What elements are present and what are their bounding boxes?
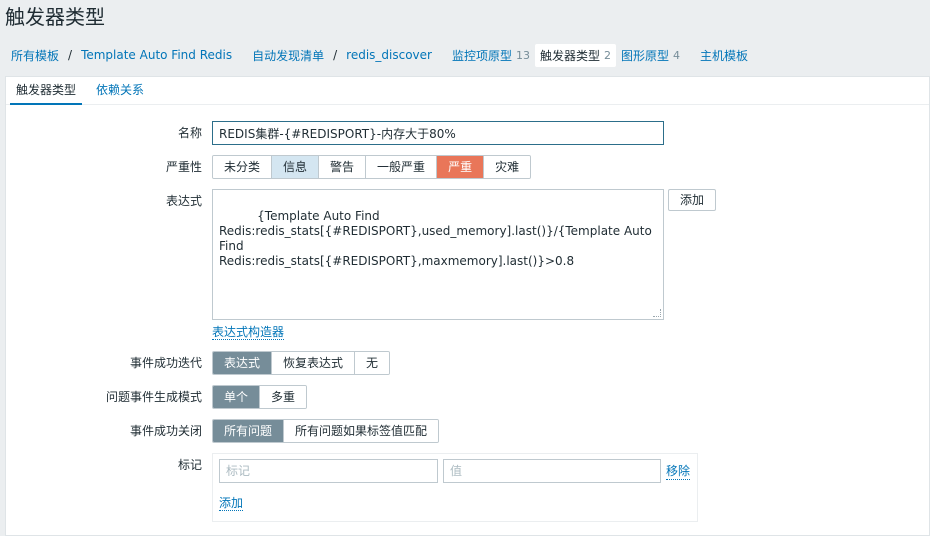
breadcrumb-template[interactable]: Template Auto Find Redis: [76, 45, 237, 65]
tags-table: 移除 添加: [212, 453, 698, 522]
ok-close-selector: 所有问题 所有问题如果标签值匹配: [212, 419, 440, 443]
tab-bar: 触发器类型 依赖关系: [6, 77, 929, 105]
breadcrumb-discovery-list[interactable]: 自动发现清单: [247, 44, 329, 67]
breadcrumb-separator: /: [68, 48, 73, 62]
tab-dependencies[interactable]: 依赖关系: [90, 77, 150, 105]
tag-add-link[interactable]: 添加: [219, 496, 244, 511]
breadcrumb-graph-prototypes-count: 4: [673, 48, 681, 62]
severity-high[interactable]: 严重: [437, 156, 485, 178]
breadcrumb-item-prototypes[interactable]: 监控项原型 13: [447, 44, 535, 67]
expression-row: 表达式 {Template Auto Find Redis:redis_stat…: [6, 189, 926, 340]
problem-mode-multiple[interactable]: 多重: [260, 386, 307, 408]
tag-remove-link[interactable]: 移除: [666, 462, 691, 480]
problem-mode-single[interactable]: 单个: [213, 386, 261, 408]
ok-event-expression[interactable]: 表达式: [213, 352, 273, 374]
severity-not-classified[interactable]: 未分类: [213, 156, 273, 178]
breadcrumb-item-prototypes-label: 监控项原型: [451, 48, 512, 63]
severity-information[interactable]: 信息: [272, 156, 320, 178]
tags-label: 标记: [177, 458, 202, 472]
ok-close-label: 事件成功关闭: [129, 424, 202, 438]
form-panel: 触发器类型 依赖关系 名称 严重性 未分类 信息 警告 一般严重 严重 灾难 表…: [5, 76, 930, 536]
tag-name-input[interactable]: [219, 459, 438, 483]
name-row: 名称: [6, 121, 926, 145]
breadcrumb-graph-prototypes-label: 图形原型: [621, 48, 670, 63]
ok-event-generation-label: 事件成功迭代: [129, 356, 202, 370]
expression-add-button[interactable]: 添加: [668, 189, 717, 211]
name-input[interactable]: [212, 121, 664, 145]
breadcrumb-graph-prototypes[interactable]: 图形原型 4: [616, 44, 685, 67]
breadcrumb-trigger-prototypes[interactable]: 触发器类型 2: [535, 43, 617, 67]
page-title: 触发器类型: [5, 5, 105, 29]
breadcrumb-item-prototypes-count: 13: [516, 48, 530, 62]
problem-mode-label: 问题事件生成模式: [105, 390, 202, 404]
ok-event-generation-selector: 表达式 恢复表达式 无: [212, 351, 391, 375]
name-label: 名称: [177, 126, 202, 140]
breadcrumb-discovery-rule[interactable]: redis_discover: [341, 45, 437, 65]
expression-builder-link[interactable]: 表达式构造器: [212, 325, 285, 340]
expression-label: 表达式: [165, 194, 202, 208]
ok-event-generation-row: 事件成功迭代 表达式 恢复表达式 无: [6, 351, 926, 375]
severity-row: 严重性 未分类 信息 警告 一般严重 严重 灾难: [6, 155, 926, 179]
expression-textarea[interactable]: {Template Auto Find Redis:redis_stats[{#…: [212, 189, 664, 320]
ok-close-row: 事件成功关闭 所有问题 所有问题如果标签值匹配: [6, 419, 926, 443]
severity-selector: 未分类 信息 警告 一般严重 严重 灾难: [212, 155, 532, 179]
breadcrumb-trigger-prototypes-label: 触发器类型: [540, 48, 601, 63]
breadcrumb-all-templates[interactable]: 所有模板: [6, 44, 64, 67]
severity-disaster[interactable]: 灾难: [484, 156, 531, 178]
breadcrumb-separator: /: [333, 48, 338, 62]
breadcrumb-trigger-prototypes-count: 2: [604, 48, 612, 62]
ok-close-tag-match[interactable]: 所有问题如果标签值匹配: [284, 420, 439, 442]
ok-event-recovery-expression[interactable]: 恢复表达式: [272, 352, 356, 374]
severity-label: 严重性: [165, 160, 202, 174]
problem-mode-row: 问题事件生成模式 单个 多重: [6, 385, 926, 409]
severity-average[interactable]: 一般严重: [366, 156, 438, 178]
tag-value-input[interactable]: [443, 459, 661, 483]
tags-row: 标记 移除 添加: [6, 453, 926, 522]
tab-trigger-prototype[interactable]: 触发器类型: [10, 77, 83, 105]
breadcrumb: 所有模板 / Template Auto Find Redis 自动发现清单 /…: [0, 40, 930, 70]
problem-mode-selector: 单个 多重: [212, 385, 308, 409]
ok-event-none[interactable]: 无: [355, 352, 390, 374]
ok-close-all-problems[interactable]: 所有问题: [213, 420, 285, 442]
severity-warning[interactable]: 警告: [319, 156, 367, 178]
breadcrumb-host-templates[interactable]: 主机模板: [695, 44, 753, 67]
resize-handle-icon[interactable]: [653, 309, 661, 317]
expression-text: {Template Auto Find Redis:redis_stats[{#…: [219, 209, 652, 268]
